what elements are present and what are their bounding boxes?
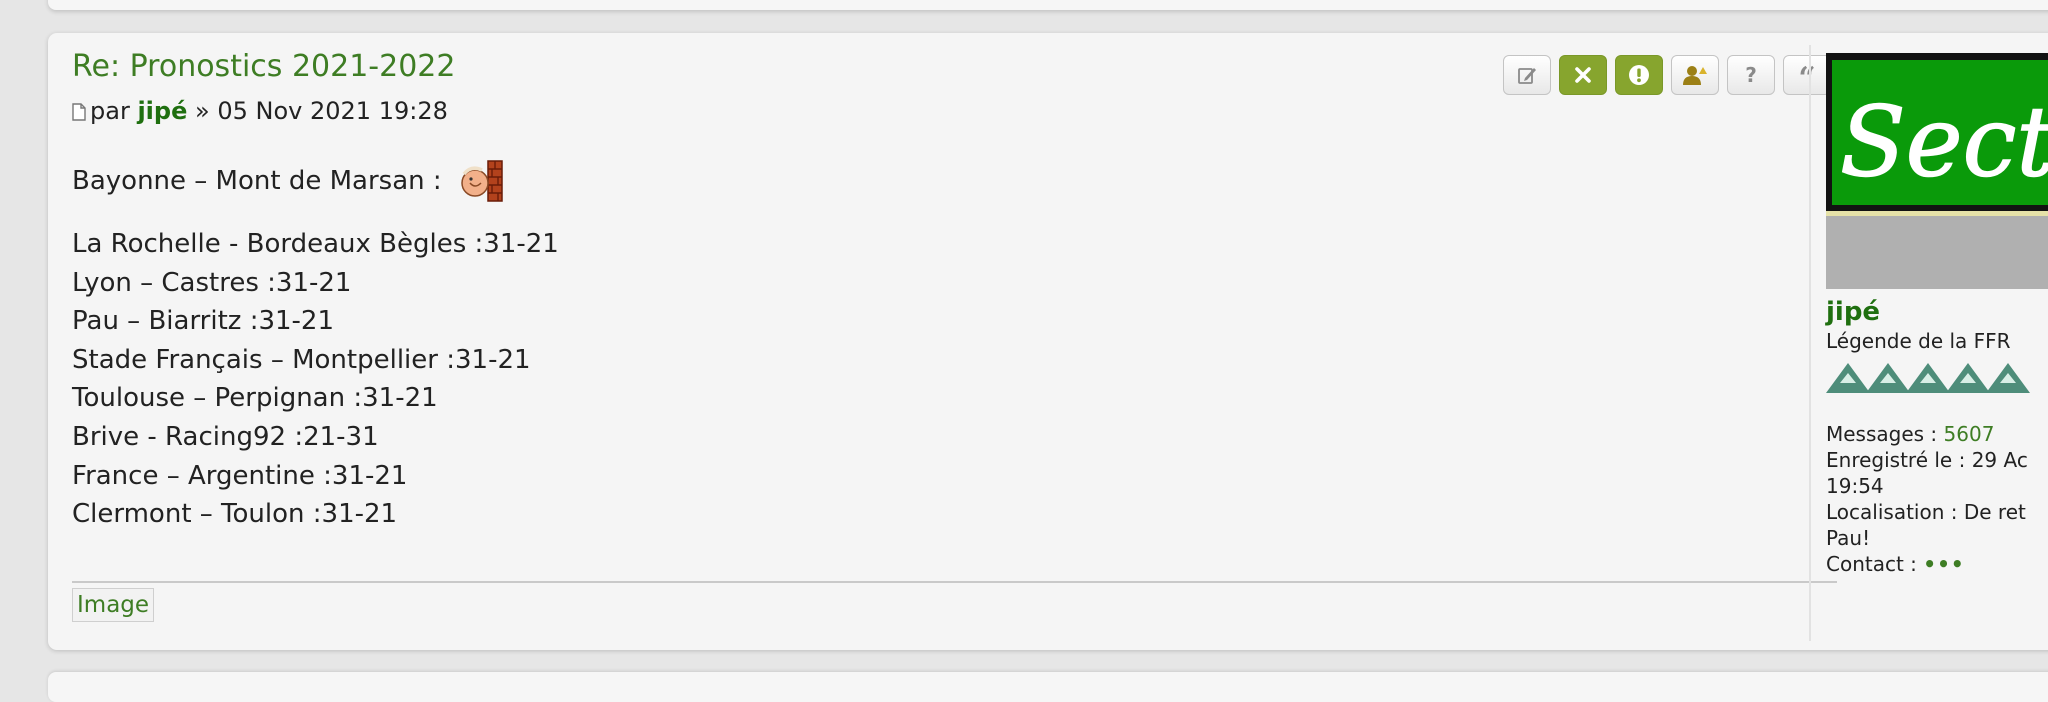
list-item: Stade Français – Montpellier :31-21 bbox=[72, 344, 531, 375]
rank-title: Légende de la FFR bbox=[1826, 329, 2011, 353]
registered-row: Enregistré le : 29 Ac bbox=[1826, 447, 2028, 473]
list-item: Toulouse – Perpignan :31-21 bbox=[72, 383, 438, 414]
svg-text:“: “ bbox=[1798, 64, 1815, 86]
attachment-image-link[interactable]: Image bbox=[72, 588, 155, 622]
quote-icon: “ bbox=[1798, 64, 1815, 86]
question-icon: ? bbox=[1745, 64, 1757, 86]
registered-time: 19:54 bbox=[1826, 474, 1884, 498]
edit-icon bbox=[1518, 68, 1536, 84]
list-item: La Rochelle - Bordeaux Bègles :31-21 bbox=[72, 229, 559, 259]
list-item: Clermont – Toulon :31-21 bbox=[72, 499, 398, 530]
location-row: Localisation : De ret bbox=[1826, 499, 2028, 525]
information-button[interactable]: ? bbox=[1727, 55, 1775, 95]
warning-icon bbox=[1629, 65, 1649, 85]
avatar[interactable]: Sectio bbox=[1826, 53, 2048, 289]
post-author-line: par jipé » 05 Nov 2021 19:28 bbox=[72, 97, 448, 125]
profile-username[interactable]: jipé bbox=[1826, 297, 1880, 327]
messages-count-link[interactable]: 5607 bbox=[1944, 422, 1995, 446]
by-label: par bbox=[90, 97, 130, 125]
profile-details: Messages : 5607 Enregistré le : 29 Ac 19… bbox=[1826, 421, 2028, 577]
registered-label: Enregistré le : bbox=[1826, 448, 1966, 472]
close-icon bbox=[1575, 67, 1591, 83]
match-list: La Rochelle - Bordeaux Bègles :31-21 Lyo… bbox=[72, 225, 559, 534]
delete-button[interactable] bbox=[1559, 55, 1607, 95]
author-username[interactable]: jipé bbox=[137, 97, 187, 125]
list-item: Lyon – Castres :31-21 bbox=[72, 267, 352, 298]
list-item: Pau – Biarritz :31-21 bbox=[72, 306, 335, 337]
post-buttons: ? “ bbox=[1503, 55, 1831, 95]
post-body: Re: Pronostics 2021-2022 par jipé » 05 N… bbox=[72, 33, 1837, 650]
post-title[interactable]: Re: Pronostics 2021-2022 bbox=[72, 49, 455, 84]
messages-label: Messages : bbox=[1826, 422, 1938, 446]
list-item: Brive - Racing92 :21-31 bbox=[72, 421, 379, 452]
location-label: Localisation : bbox=[1826, 500, 1958, 524]
post-icon[interactable] bbox=[72, 103, 86, 121]
post: Re: Pronostics 2021-2022 par jipé » 05 N… bbox=[48, 33, 2048, 650]
content-divider bbox=[72, 581, 1837, 583]
messages-row: Messages : 5607 bbox=[1826, 421, 2028, 447]
avatar-text: Sectio bbox=[1840, 86, 2048, 198]
first-match-line: Bayonne – Mont de Marsan : bbox=[72, 157, 559, 205]
location-value-continued: Pau! bbox=[1826, 526, 1871, 550]
post-content: Bayonne – Mont de Marsan : La Rochelle -… bbox=[72, 157, 559, 534]
report-button[interactable] bbox=[1615, 55, 1663, 95]
edit-button[interactable] bbox=[1503, 55, 1551, 95]
quote-button[interactable]: “ bbox=[1783, 55, 1831, 95]
svg-text:?: ? bbox=[1745, 64, 1757, 86]
registered-value: 29 Ac bbox=[1971, 448, 2028, 472]
list-item: France – Argentine :31-21 bbox=[72, 460, 408, 491]
previous-post-card bbox=[48, 0, 2048, 10]
warn-user-button[interactable] bbox=[1671, 55, 1719, 95]
user-warning-icon bbox=[1683, 66, 1707, 85]
location-value: De ret bbox=[1963, 500, 2026, 524]
contact-label: Contact : bbox=[1826, 552, 1917, 576]
separator: » bbox=[195, 97, 210, 125]
post-profile: Sectio jipé Légende de la FFR Messages :… bbox=[1826, 33, 2048, 650]
contact-dropdown-icon[interactable]: ••• bbox=[1923, 552, 1964, 576]
rank-image bbox=[1826, 363, 2030, 393]
contact-row: Contact : ••• bbox=[1826, 551, 2028, 577]
first-match-text: Bayonne – Mont de Marsan : bbox=[72, 166, 442, 196]
next-post-card bbox=[48, 672, 2048, 702]
smiley-icon bbox=[460, 160, 503, 202]
profile-divider bbox=[1809, 45, 1811, 641]
post-date: 05 Nov 2021 19:28 bbox=[217, 97, 448, 125]
